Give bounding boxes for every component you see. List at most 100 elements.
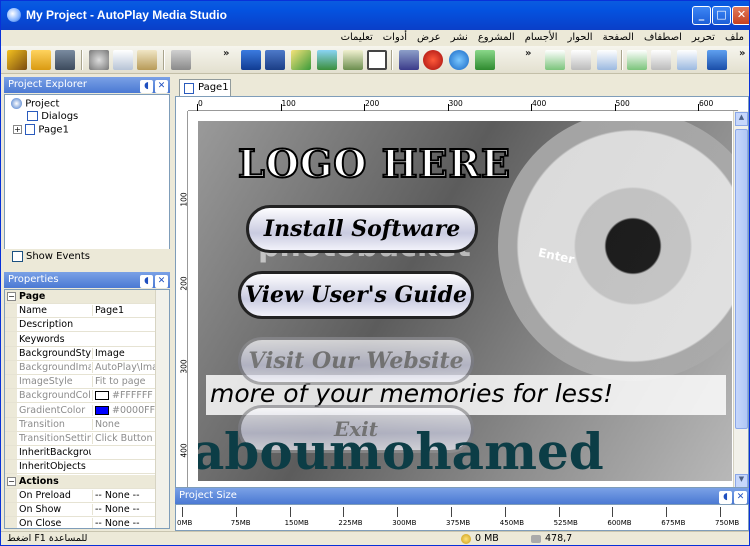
page-properties-icon[interactable] — [597, 50, 617, 70]
property-row[interactable]: Description — [5, 318, 157, 333]
image-object-icon[interactable] — [317, 50, 337, 70]
horizontal-ruler: 0 100 200 300 400 500 600 — [188, 97, 738, 111]
preview-icon[interactable] — [707, 50, 727, 70]
property-value[interactable]: -- None -- — [92, 504, 158, 515]
pin-icon[interactable]: ◖ — [719, 491, 732, 504]
property-category[interactable]: − Page — [5, 290, 157, 304]
toolbar-overflow-icon[interactable]: » — [739, 48, 745, 59]
toolbar-overflow-icon[interactable]: » — [525, 48, 531, 59]
properties-scrollbar[interactable] — [155, 290, 169, 528]
new-dialog-icon[interactable] — [627, 50, 647, 70]
paragraph-object-icon[interactable] — [291, 50, 311, 70]
pin-icon[interactable]: ◖ — [140, 80, 153, 93]
collapse-icon[interactable]: − — [7, 292, 16, 301]
cut-icon[interactable] — [89, 50, 109, 70]
property-row[interactable]: Transition None — [5, 418, 157, 432]
property-row[interactable]: GradientColor #0000FF — [5, 404, 157, 418]
property-value[interactable]: -- None -- — [92, 489, 158, 501]
button-object-icon[interactable] — [241, 50, 261, 70]
open-folder-icon[interactable] — [31, 50, 51, 70]
menu-item-3[interactable]: الصفحة — [598, 30, 639, 46]
magic-wand-icon[interactable] — [7, 50, 27, 70]
toolbar-overflow-icon[interactable]: » — [223, 48, 229, 59]
property-value[interactable]: #0000FF — [92, 404, 158, 416]
maximize-button[interactable]: □ — [712, 6, 731, 25]
dialog-properties-icon[interactable] — [677, 50, 697, 70]
menu-item-10[interactable]: تعليمات — [336, 30, 378, 46]
property-row[interactable]: ImageStyle Fit to page — [5, 375, 158, 390]
menu-item-8[interactable]: عرض — [412, 30, 446, 46]
property-value[interactable]: AutoPlay\Image — [92, 362, 158, 373]
tree-page1[interactable]: + Page1 — [13, 124, 69, 136]
size-tick-label: 225MB — [338, 519, 363, 527]
page-button-0[interactable]: Install Software — [246, 205, 478, 253]
tree-dialogs[interactable]: Dialogs — [27, 111, 78, 122]
menu-item-9[interactable]: أدوات — [378, 30, 412, 46]
scroll-thumb[interactable] — [735, 129, 748, 429]
property-row[interactable]: On Close -- None -- — [5, 517, 158, 528]
paste-icon[interactable] — [137, 50, 157, 70]
delete-dialog-icon[interactable] — [651, 50, 671, 70]
property-value[interactable]: None — [92, 418, 158, 430]
property-value[interactable]: Click Button — [92, 433, 158, 444]
design-canvas[interactable]: 0 100 200 300 400 500 600 100 200 300 400 Enter L… — [175, 96, 749, 488]
scroll-down-icon[interactable]: ▼ — [735, 474, 748, 487]
input-object-icon[interactable] — [367, 50, 387, 70]
property-row[interactable]: BackgroundStyleImage — [5, 347, 157, 361]
property-row[interactable]: BackgroundColor #FFFFFF — [5, 389, 158, 404]
property-row[interactable]: Keywords — [5, 333, 157, 347]
project-size-close-icon[interactable]: ✕ — [734, 491, 747, 504]
title-bar[interactable]: My Project - AutoPlay Media Studio _ □ ✕ — [1, 1, 749, 30]
pin-icon[interactable]: ◖ — [140, 275, 153, 288]
undo-icon[interactable] — [171, 50, 191, 70]
tree-project[interactable]: Project — [11, 98, 59, 110]
property-value[interactable]: Fit to page — [92, 376, 158, 388]
property-value[interactable]: Image — [92, 347, 158, 359]
minimize-button[interactable]: _ — [692, 6, 711, 25]
explorer-close-icon[interactable]: ✕ — [155, 80, 168, 93]
text-object-icon[interactable] — [265, 50, 285, 70]
delete-page-icon[interactable] — [571, 50, 591, 70]
page-background[interactable]: Enter LOGO HERE more of your memories fo… — [198, 121, 732, 481]
scroll-up-icon[interactable]: ▲ — [735, 112, 748, 126]
ruler-tick — [614, 104, 616, 111]
page-button-1[interactable]: View User's Guide — [238, 271, 474, 319]
ruler-tick-label: 0 — [198, 99, 203, 108]
property-row[interactable]: On Show -- None -- — [5, 503, 157, 517]
property-value[interactable]: Page1 — [92, 305, 158, 317]
show-events-checkbox[interactable] — [12, 251, 23, 262]
canvas-vertical-scrollbar[interactable]: ▲ ▼ — [733, 111, 748, 487]
property-row[interactable]: InheritObjects — [5, 460, 157, 475]
menu-item-4[interactable]: الحوار — [563, 30, 598, 46]
menu-item-0[interactable]: ملف — [720, 30, 749, 46]
property-value[interactable]: -- None -- — [92, 518, 158, 528]
property-row[interactable]: InheritBackground — [5, 446, 157, 461]
property-row[interactable]: TransitionSettingsClick Button — [5, 432, 157, 446]
web-object-icon[interactable] — [449, 50, 469, 70]
page-button-2[interactable]: Visit Our Website — [238, 337, 474, 385]
close-button[interactable]: ✕ — [732, 6, 749, 25]
menu-item-5[interactable]: الأجسام — [520, 30, 563, 46]
properties-close-icon[interactable]: ✕ — [155, 275, 168, 288]
slideshow-object-icon[interactable] — [343, 50, 363, 70]
property-value[interactable]: #FFFFFF — [92, 390, 158, 402]
property-row[interactable]: On Preload -- None -- — [5, 489, 157, 503]
save-icon[interactable] — [55, 50, 75, 70]
expand-icon[interactable]: + — [13, 125, 22, 134]
copy-icon[interactable] — [113, 50, 133, 70]
menu-item-7[interactable]: نشر — [446, 30, 473, 46]
collapse-icon[interactable]: − — [7, 476, 16, 486]
size-tick-label: 525MB — [553, 519, 578, 527]
tab-page1[interactable]: Page1 — [179, 79, 231, 96]
video-object-icon[interactable] — [399, 50, 419, 70]
property-row[interactable]: BackgroundImageAutoPlay\Image — [5, 361, 158, 375]
flash-object-icon[interactable] — [423, 50, 443, 70]
property-row[interactable]: Name Page1 — [5, 304, 158, 319]
property-category[interactable]: − Actions — [5, 474, 157, 489]
menu-item-6[interactable]: المشروع — [473, 30, 520, 46]
menu-item-2[interactable]: اصطفاف — [639, 30, 687, 46]
new-page-icon[interactable] — [545, 50, 565, 70]
plugin-object-icon[interactable] — [475, 50, 495, 70]
disk-size-icon — [461, 534, 471, 544]
menu-item-1[interactable]: تحرير — [687, 30, 720, 46]
